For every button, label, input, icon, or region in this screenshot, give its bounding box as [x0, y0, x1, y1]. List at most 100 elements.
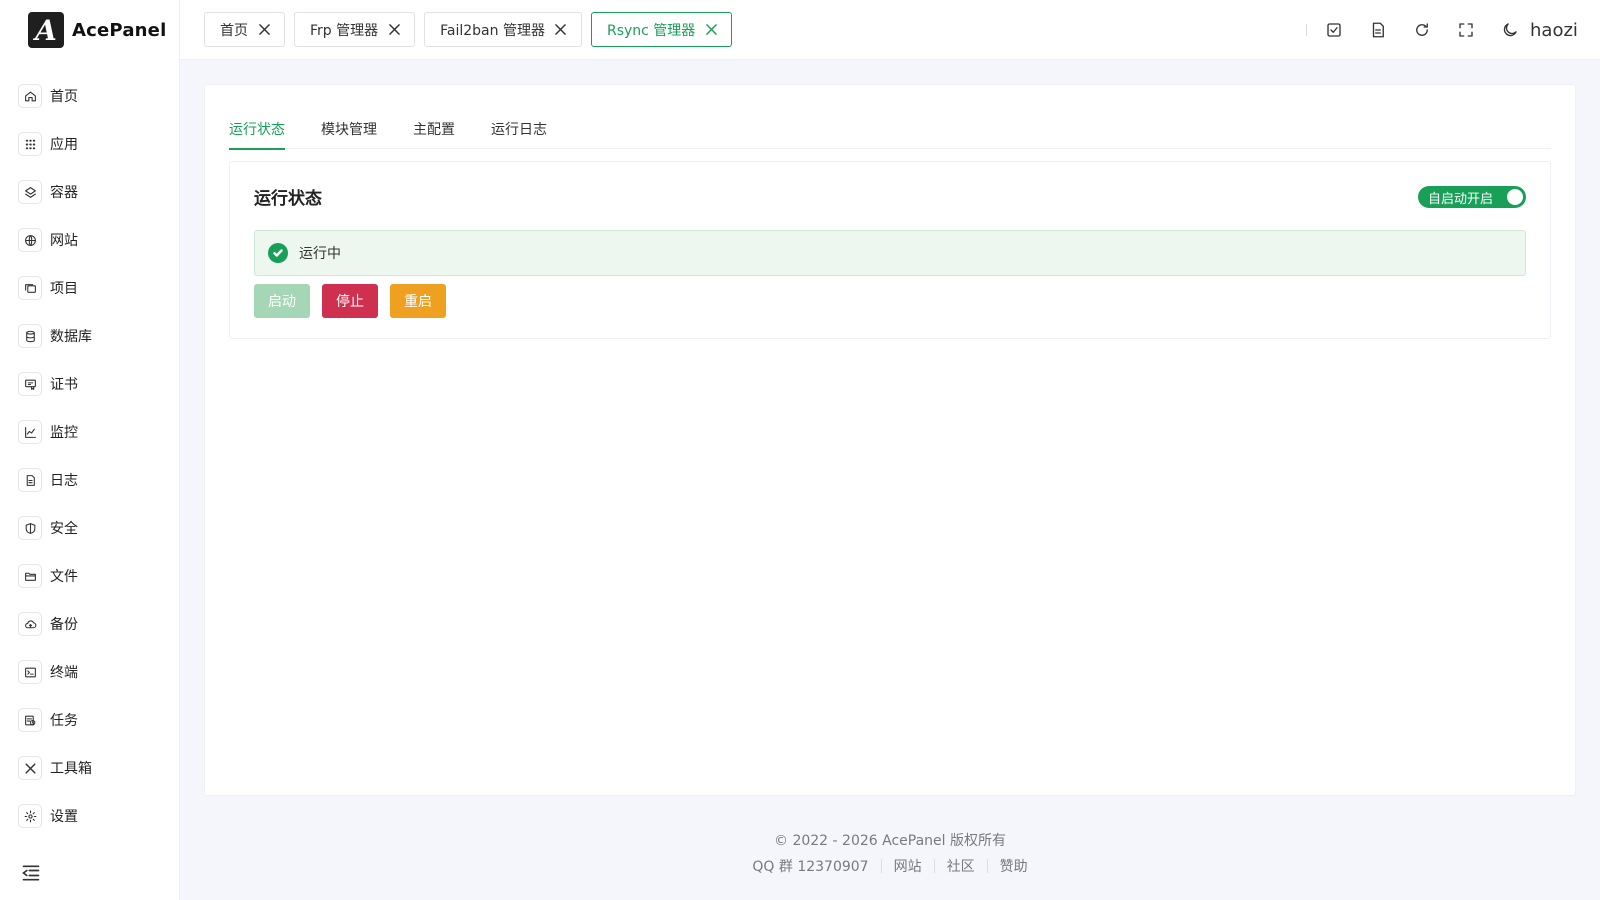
refresh-icon	[1416, 23, 1428, 36]
subtab-modules[interactable]: 模块管理	[321, 109, 377, 149]
home-icon	[18, 84, 42, 108]
footer-link-qq[interactable]: QQ 群 12370907	[740, 856, 880, 876]
sidebar-item-monitor[interactable]: 监控	[18, 408, 168, 456]
sidebar-item-label: 应用	[50, 137, 78, 153]
check-circle-icon	[268, 243, 288, 263]
sidebar-item-projects[interactable]: 项目	[18, 264, 168, 312]
theme-toggle-button[interactable]	[1496, 16, 1524, 44]
sidebar-item-certificates[interactable]: 证书	[18, 360, 168, 408]
sidebar-item-websites[interactable]: 网站	[18, 216, 168, 264]
footer-links: QQ 群 12370907 网站 社区 赞助	[180, 856, 1600, 876]
layers-icon	[18, 180, 42, 204]
page-tabs: 首页 Frp 管理器 Fail2ban 管理器 Rsync 管理器	[204, 12, 741, 47]
sidebar-item-logs[interactable]: 日志	[18, 456, 168, 504]
header-divider	[1306, 24, 1307, 36]
main-card: 运行状态 模块管理 主配置 运行日志 运行状态 自启动开启 运行中 启动 停止 …	[204, 84, 1576, 796]
sidebar-item-settings[interactable]: 设置	[18, 792, 168, 840]
tools-icon	[18, 756, 42, 780]
subtab-main-config[interactable]: 主配置	[413, 109, 455, 149]
autostart-switch[interactable]: 自启动开启	[1418, 186, 1526, 208]
document-button[interactable]	[1364, 16, 1392, 44]
shield-icon	[18, 516, 42, 540]
footer-link-community[interactable]: 社区	[935, 856, 987, 876]
sidebar-item-apps[interactable]: 应用	[18, 120, 168, 168]
sidebar-item-label: 任务	[50, 713, 78, 729]
folder-icon	[18, 564, 42, 588]
close-icon[interactable]	[705, 24, 717, 36]
subtab-status[interactable]: 运行状态	[229, 109, 285, 150]
tasks-icon	[18, 708, 42, 732]
sidebar-item-label: 证书	[50, 377, 78, 393]
sidebar-item-label: 数据库	[50, 329, 92, 345]
close-icon[interactable]	[258, 24, 270, 36]
globe-icon	[18, 228, 42, 252]
user-menu[interactable]: haozi	[1530, 20, 1578, 41]
certificate-icon	[18, 372, 42, 396]
sidebar-item-label: 设置	[50, 809, 78, 825]
footer-link-website[interactable]: 网站	[882, 856, 934, 876]
close-icon[interactable]	[388, 24, 400, 36]
sidebar-item-label: 日志	[50, 473, 78, 489]
tab-label: 首页	[220, 22, 248, 39]
sidebar-item-toolbox[interactable]: 工具箱	[18, 744, 168, 792]
stop-button[interactable]: 停止	[322, 284, 378, 318]
sidebar-item-tasks[interactable]: 任务	[18, 696, 168, 744]
tab-fail2ban-manager[interactable]: Fail2ban 管理器	[424, 12, 582, 47]
collapse-menu-icon	[22, 865, 40, 881]
sidebar-item-backup[interactable]: 备份	[18, 600, 168, 648]
terminal-icon	[18, 660, 42, 684]
sidebar-item-label: 监控	[50, 425, 78, 441]
log-icon	[18, 468, 42, 492]
brand-logo[interactable]: A AcePanel	[28, 12, 166, 48]
footer-link-sponsor[interactable]: 赞助	[988, 856, 1040, 876]
sidebar-item-containers[interactable]: 容器	[18, 168, 168, 216]
sidebar-item-terminal[interactable]: 终端	[18, 648, 168, 696]
fullscreen-icon	[1459, 23, 1473, 37]
copyright: © 2022 - 2026 AcePanel 版权所有	[774, 833, 1006, 849]
checkbox-icon	[1327, 23, 1341, 37]
status-text: 运行中	[299, 246, 341, 262]
restart-button[interactable]: 重启	[390, 284, 446, 318]
gear-icon	[18, 804, 42, 828]
sidebar-item-label: 文件	[50, 569, 78, 585]
collapse-sidebar-button[interactable]	[20, 862, 42, 884]
tab-home[interactable]: 首页	[204, 12, 285, 47]
logo-mark: A	[28, 12, 64, 48]
sidebar-item-label: 网站	[50, 233, 78, 249]
fullscreen-button[interactable]	[1452, 16, 1480, 44]
autostart-label: 自启动开启	[1428, 191, 1494, 207]
chart-icon	[18, 420, 42, 444]
sidebar-item-home[interactable]: 首页	[18, 72, 168, 120]
document-icon	[1372, 22, 1384, 38]
status-alert: 运行中	[254, 230, 1526, 276]
subtab-run-log[interactable]: 运行日志	[491, 109, 547, 149]
projects-icon	[18, 276, 42, 300]
sidebar-item-label: 容器	[50, 185, 78, 201]
top-header: 首页 Frp 管理器 Fail2ban 管理器 Rsync 管理器 haozi	[180, 0, 1600, 60]
switch-knob	[1507, 189, 1523, 205]
database-icon	[18, 324, 42, 348]
sidebar-item-label: 安全	[50, 521, 78, 537]
moon-icon	[1503, 23, 1517, 37]
close-icon[interactable]	[555, 24, 567, 36]
tab-label: Frp 管理器	[310, 22, 379, 39]
panel-title: 运行状态	[254, 189, 322, 209]
subtabs: 运行状态 模块管理 主配置 运行日志	[229, 109, 1551, 150]
status-panel: 运行状态 自启动开启 运行中 启动 停止 重启	[229, 161, 1551, 339]
sidebar-item-label: 首页	[50, 89, 78, 105]
refresh-button[interactable]	[1408, 16, 1436, 44]
start-button[interactable]: 启动	[254, 284, 310, 318]
action-buttons: 启动 停止 重启	[254, 284, 458, 318]
tab-frp-manager[interactable]: Frp 管理器	[294, 12, 416, 47]
footer: © 2022 - 2026 AcePanel 版权所有 QQ 群 1237090…	[180, 830, 1600, 876]
sidebar-item-database[interactable]: 数据库	[18, 312, 168, 360]
sidebar-item-security[interactable]: 安全	[18, 504, 168, 552]
tab-label: Fail2ban 管理器	[440, 22, 545, 39]
sidebar-item-files[interactable]: 文件	[18, 552, 168, 600]
sidebar-item-label: 备份	[50, 617, 78, 633]
sidebar-item-label: 终端	[50, 665, 78, 681]
task-check-button[interactable]	[1320, 16, 1348, 44]
header-tools: haozi	[1320, 16, 1578, 44]
tab-rsync-manager[interactable]: Rsync 管理器	[590, 12, 733, 47]
sidebar-menu: 首页 应用 容器 网站 项目 数据库 证书 监控 日志 安全 文件 备份 终端 …	[18, 72, 168, 840]
